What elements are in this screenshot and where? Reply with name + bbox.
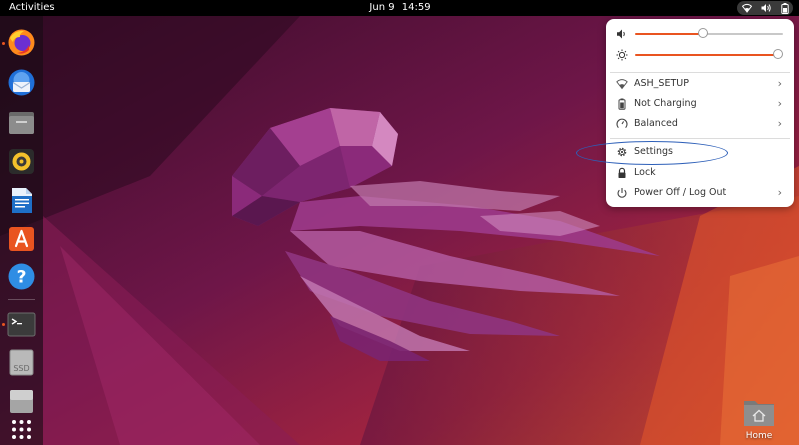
brightness-icon <box>616 49 628 61</box>
gear-icon <box>617 147 627 157</box>
svg-text:?: ? <box>17 268 27 288</box>
volume-icon <box>761 3 772 13</box>
chevron-right-icon: › <box>777 97 782 110</box>
dock-firefox[interactable] <box>7 28 36 57</box>
wifi-icon <box>741 3 752 13</box>
lock-icon <box>618 167 626 178</box>
power-mode-icon <box>616 118 628 128</box>
firefox-icon <box>8 29 35 56</box>
battery-icon <box>618 98 626 110</box>
menu-item-power-mode[interactable]: Balanced › <box>606 114 794 134</box>
dock-libreoffice-writer[interactable] <box>7 186 36 215</box>
volume-slider-handle[interactable] <box>698 28 708 38</box>
clock[interactable]: Jun 9 14:59 <box>367 2 432 13</box>
brightness-slider-fill[interactable] <box>635 54 778 56</box>
menu-divider <box>610 138 790 139</box>
dock-terminal[interactable] <box>7 310 36 339</box>
app-grid-icon <box>12 420 31 439</box>
top-bar: Activities Jun 9 14:59 <box>0 0 799 16</box>
dock-help[interactable]: ? <box>7 262 36 291</box>
writer-icon <box>12 188 32 213</box>
volume-slider-row <box>606 25 794 43</box>
menu-item-power-off[interactable]: Power Off / Log Out › <box>606 183 794 203</box>
ssd-drive-icon: SSD <box>9 349 34 376</box>
system-status-area[interactable] <box>737 1 793 15</box>
dock: ? SSD <box>0 16 43 445</box>
dock-files[interactable] <box>7 108 36 137</box>
chevron-right-icon: › <box>777 77 782 90</box>
volume-icon <box>617 29 625 39</box>
clock-time: 14:59 <box>401 2 431 13</box>
help-icon: ? <box>8 263 35 290</box>
dock-show-applications[interactable] <box>7 415 36 444</box>
battery-icon <box>780 2 789 14</box>
volume-slider-fill <box>635 33 703 35</box>
brightness-slider-handle[interactable] <box>773 49 783 59</box>
terminal-icon <box>7 312 36 337</box>
home-folder-icon[interactable]: Home <box>737 398 781 441</box>
drive-icon <box>10 390 33 413</box>
lock-label: Lock <box>634 167 656 178</box>
wifi-network-label: ASH_SETUP <box>634 78 689 89</box>
brightness-slider-row <box>606 46 794 64</box>
menu-item-battery[interactable]: Not Charging › <box>606 94 794 114</box>
menu-item-wifi[interactable]: ASH_SETUP › <box>606 74 794 94</box>
settings-label: Settings <box>634 146 673 157</box>
rhythmbox-icon <box>9 149 34 174</box>
wifi-icon <box>616 79 628 90</box>
dock-thunderbird[interactable] <box>7 68 36 97</box>
power-mode-label: Balanced <box>634 118 678 129</box>
menu-divider <box>610 72 790 73</box>
quick-settings-menu: ASH_SETUP › Not Charging › Balanced › Se… <box>606 19 794 207</box>
clock-date: Jun 9 <box>369 2 395 13</box>
dock-separator <box>8 299 35 300</box>
ssd-label: SSD <box>13 364 29 373</box>
files-icon <box>9 112 34 134</box>
home-folder-label: Home <box>745 431 773 441</box>
power-icon <box>617 188 627 198</box>
home-icon <box>744 401 774 426</box>
dock-rhythmbox[interactable] <box>7 147 36 176</box>
dock-ubuntu-software[interactable] <box>7 224 36 253</box>
activities-button[interactable]: Activities <box>9 2 55 13</box>
chevron-right-icon: › <box>777 117 782 130</box>
running-indicator <box>2 42 5 45</box>
menu-item-settings[interactable]: Settings <box>606 142 794 162</box>
menu-item-lock[interactable]: Lock <box>606 163 794 183</box>
running-indicator <box>2 323 5 326</box>
volume-slider-track[interactable] <box>703 33 783 35</box>
power-off-label: Power Off / Log Out <box>634 187 727 198</box>
dock-ssd[interactable]: SSD <box>7 348 36 377</box>
dock-drive[interactable] <box>7 386 36 415</box>
chevron-right-icon: › <box>777 186 782 199</box>
software-icon <box>9 227 34 251</box>
battery-status-label: Not Charging <box>634 98 697 109</box>
thunderbird-icon <box>8 69 35 96</box>
